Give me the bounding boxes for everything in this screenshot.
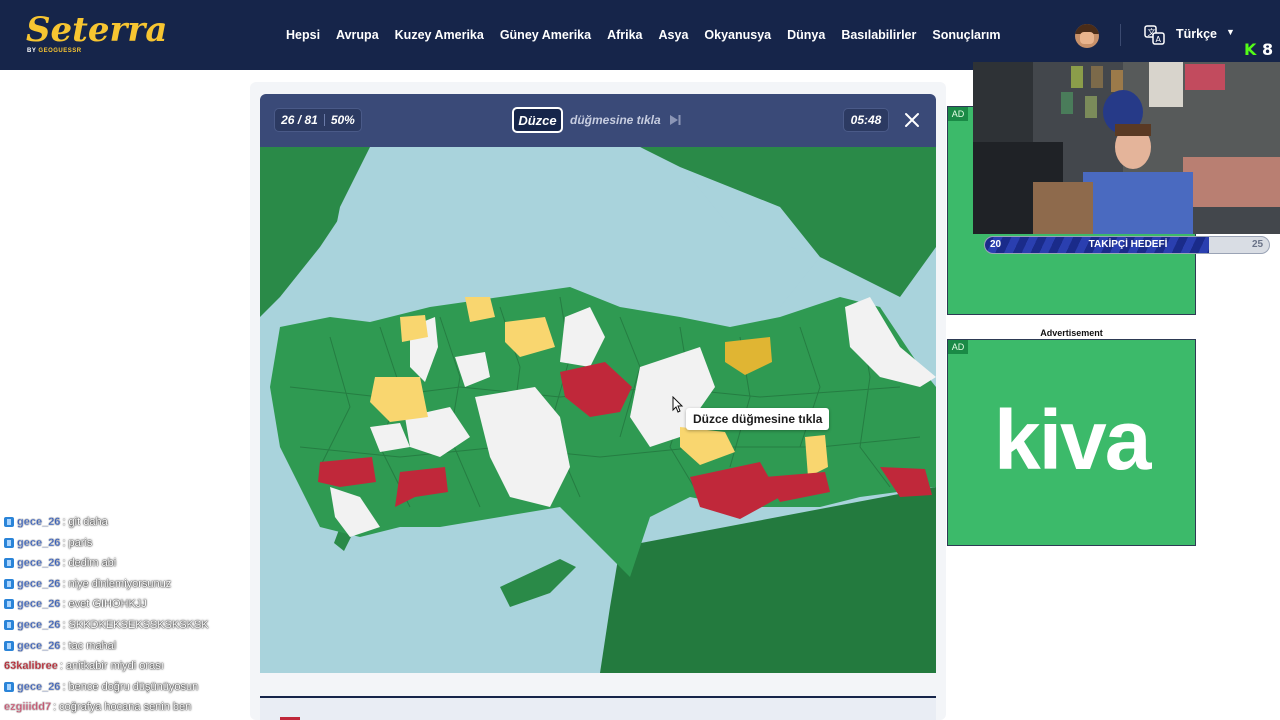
chat-text: : anitkabir miydi orası [59,660,164,673]
chat-username[interactable]: gece_26 [17,639,61,651]
seterra-logo[interactable]: Seterra BY GEOGUESSR [26,10,167,56]
subscriber-badge-icon [4,599,14,610]
language-selector[interactable]: Türkçe [1176,27,1217,41]
chat-text: : bence doğru düşünüyosun [62,680,199,693]
webcam-image [973,62,1280,234]
svg-text:A: A [1156,35,1162,44]
streamer-webcam [973,62,1280,234]
score-percent: 50% [330,113,355,127]
land-cyprus [500,559,576,607]
nav-item[interactable]: Asya [651,28,697,42]
subscriber-badge-icon [4,517,14,527]
nav-item[interactable]: Dünya [779,28,833,42]
nav-item[interactable]: Hepsi [278,28,328,42]
nav-item[interactable]: Güney Amerika [492,28,599,42]
subscriber-badge-icon [4,537,14,548]
subscriber-badge-icon [4,640,14,651]
nav-item[interactable]: Kuzey Amerika [387,28,492,42]
chat-username[interactable]: gece_26 [17,681,61,693]
ad-badge: AD [948,107,968,121]
chat-text: : tac mahal [62,639,117,652]
chat-text: : SKKDKEKSEKSSKSKSKSK [62,619,209,631]
mouse-cursor-icon [672,396,684,413]
turkey-map[interactable] [260,147,936,673]
quiz-footer [260,698,936,720]
chat-username[interactable]: gece_26 [17,536,61,548]
chat-username[interactable]: ezgiiidd7 [4,701,51,713]
chat-text: : evet GIHOHKJJ [62,598,147,611]
chat-text: : git daha [62,516,108,528]
chat-message: gece_26: evet GIHOHKJJ [4,594,147,614]
chat-text: : paris [62,536,93,549]
chat-text: : dedim abi [62,557,117,570]
chat-username[interactable]: 63kalibree [4,660,58,672]
map-canvas[interactable] [260,147,936,673]
nav-item[interactable]: Avrupa [328,28,387,42]
chat-username[interactable]: gece_26 [17,619,61,631]
chat-username[interactable]: gece_26 [17,578,61,590]
logo-text: Seterra [26,10,168,50]
follower-goal-end: 25 [1252,239,1264,250]
subscriber-badge-icon [4,558,14,569]
stream-chat: gece_26: git daha gece_26: paris gece_26: … [0,500,250,720]
chevron-down-icon[interactable]: ▼ [1226,27,1235,37]
chat-message: gece_26: tac mahal [4,636,116,656]
subscriber-badge-icon [4,620,14,630]
target-region-label: Düzce [512,107,563,133]
score-indicator: 26 / 81 50% [274,108,362,132]
follower-goal-title: TAKİPÇİ HEDEFİ [1088,239,1168,250]
chat-text: : coğrafya hocana senin ben [53,701,192,714]
chat-message: gece_26: niye dinlemiyorsunuz [4,574,171,594]
translate-icon[interactable]: 文 A [1144,24,1166,46]
ad-badge: AD [948,340,968,354]
chat-message: 63kalibree: anitkabir miydi orası [4,656,164,676]
subscriber-badge-icon [4,681,14,692]
chat-username[interactable]: gece_26 [17,557,61,569]
logo-byline: BY GEOGUESSR [27,48,82,54]
chat-message: gece_26: SKKDKEKSEKSSKSKSKSK [4,615,209,635]
nav-item[interactable]: Basılabilirler [833,28,924,42]
chat-message: gece_26: git daha [4,512,108,532]
follower-goal-start: 20 [990,239,1002,250]
user-avatar[interactable] [1075,24,1099,48]
advertisement-label: Advertisement [1040,328,1103,338]
close-icon[interactable] [904,112,920,128]
top-navigation: Seterra BY GEOGUESSR Hepsi Avrupa Kuzey Am… [0,0,1280,70]
quiz-timer: 05:48 [843,108,889,132]
subscriber-badge-icon [4,578,14,589]
nav-item[interactable]: Afrika [599,28,650,42]
chat-message: ezgiiidd7: coğrafya hocana senin ben [4,697,191,717]
chat-text: : niye dinlemiyorsunuz [62,577,172,590]
chat-message: gece_26: dedim abi [4,553,116,573]
province-wrong-aydin [318,457,376,487]
nav-item[interactable]: Okyanusya [696,28,779,42]
kick-logo: K 8 [1244,40,1274,59]
kiva-logo[interactable]: kiva [994,398,1151,482]
nav-divider [1120,24,1121,46]
main-nav: Hepsi Avrupa Kuzey Amerika Güney Amerika Afr… [278,0,1008,70]
chat-username[interactable]: gece_26 [17,516,61,528]
chat-message: gece_26: bence doğru düşünüyosun [4,677,198,697]
skip-icon[interactable] [668,113,682,127]
progress-count: 26 / 81 [281,113,318,127]
hover-tooltip: Düzce düğmesine tıkla [686,408,830,430]
chat-message: gece_26: paris [4,533,92,553]
nav-item[interactable]: Sonuçlarım [924,28,1008,42]
quiz-prompt: düğmesine tıkla [570,113,661,127]
chat-username[interactable]: gece_26 [17,598,61,610]
